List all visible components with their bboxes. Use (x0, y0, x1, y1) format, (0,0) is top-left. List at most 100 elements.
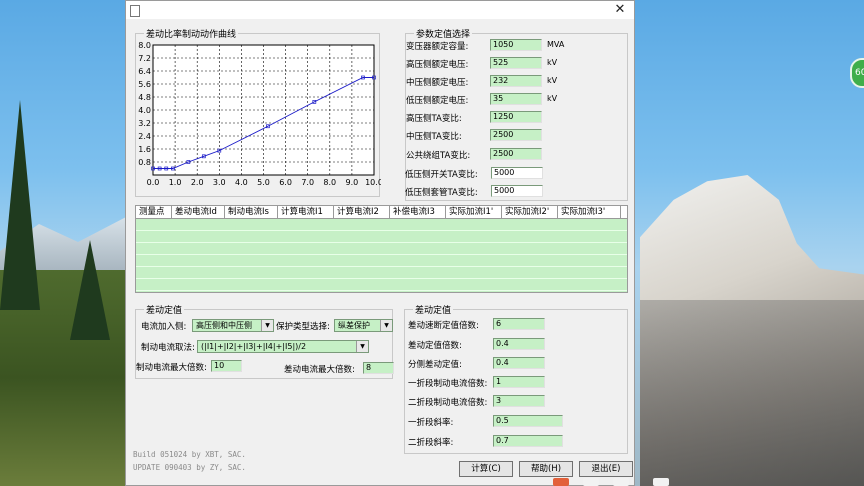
diff-config-group: 差动定值 电流加入侧: 高压侧和中压侧 ▼ 保护类型选择: 纵差保护 ▼ 制动电… (135, 303, 394, 379)
y-tick-label: 0.8 (138, 158, 151, 167)
param-field[interactable]: 1250 (490, 111, 542, 123)
param-field[interactable]: 35 (490, 93, 542, 105)
protection-type-value: 纵差保护 (338, 321, 370, 330)
brake-max-field[interactable]: 10 (211, 360, 242, 372)
table-column-header[interactable]: 计算电流I2 (334, 206, 390, 218)
help-button[interactable]: 帮助(H) (519, 461, 573, 477)
param-label: 中压侧额定电压: (406, 78, 469, 88)
taskbar-app-icon[interactable] (613, 478, 629, 486)
x-tick-label: 1.0 (169, 178, 182, 187)
exit-button[interactable]: 退出(E) (579, 461, 633, 477)
diff-settings-title: 差动定值 (413, 303, 454, 316)
table-column-header[interactable]: 实际加流I2' (502, 206, 558, 218)
setting-label: 一折段斜率: (408, 418, 454, 428)
param-label: 低压侧套管TA变比: (405, 188, 478, 198)
param-field[interactable]: 2500 (490, 148, 542, 160)
setting-label: 二折段制动电流倍数: (408, 398, 488, 408)
y-tick-label: 6.4 (138, 67, 151, 76)
table-body[interactable] (136, 219, 627, 292)
protection-type-label: 保护类型选择: (276, 322, 330, 332)
table-column-header[interactable]: 差动电流Id (172, 206, 225, 218)
param-field[interactable]: 525 (490, 57, 542, 69)
setting-field[interactable]: 3 (493, 395, 545, 407)
y-tick-label: 4.8 (138, 93, 151, 102)
calculate-button[interactable]: 计算(C) (459, 461, 513, 477)
param-label: 变压器额定容量: (406, 42, 469, 52)
param-field[interactable]: 232 (490, 75, 542, 87)
x-tick-label: 6.0 (279, 178, 292, 187)
wallpaper-shadow (640, 300, 864, 486)
title-bar[interactable]: ✕ (126, 1, 634, 19)
param-field[interactable]: 2500 (490, 129, 542, 141)
table-column-header[interactable]: 测量点 (136, 206, 172, 218)
x-tick-label: 10.0 (365, 178, 381, 187)
results-table[interactable]: 测量点 差动电流Id 制动电流Is 计算电流I1 计算电流I2 补偿电流I3 实际加流I1'… (135, 205, 628, 293)
param-field[interactable]: 5000 (491, 185, 543, 197)
close-button[interactable]: ✕ (612, 2, 628, 18)
x-tick-label: 2.0 (191, 178, 204, 187)
table-column-header[interactable]: 制动电流Is (225, 206, 278, 218)
table-column-header[interactable]: 计算电流I1 (278, 206, 334, 218)
param-label: 高压侧额定电压: (406, 60, 469, 70)
wallpaper-tree (0, 100, 40, 310)
table-column-header[interactable]: 实际加流I1' (446, 206, 502, 218)
setting-field[interactable]: 6 (493, 318, 545, 330)
setting-field[interactable]: 0.4 (493, 357, 545, 369)
protection-type-select[interactable]: 纵差保护 ▼ (334, 319, 393, 332)
taskbar-app-icon[interactable] (653, 478, 669, 486)
x-tick-label: 4.0 (235, 178, 248, 187)
brake-method-value: (|I1|+|I2|+|I3|+|I4|+|I5|)/2 (201, 342, 307, 351)
param-unit: kV (547, 94, 558, 103)
y-tick-label: 1.6 (138, 145, 151, 154)
setting-label: 二折段斜率: (408, 438, 454, 448)
param-label: 公共绕组TA变比: (406, 151, 471, 161)
chart-group: 差动比率制动动作曲线 0.0 1.0 2.0 3.0 4.0 5.0 6.0 7.0 8.0 9.… (135, 27, 381, 197)
chevron-down-icon[interactable]: ▼ (261, 320, 273, 331)
y-tick-label: 4.0 (138, 106, 151, 115)
x-tick-label: 3.0 (213, 178, 226, 187)
param-field[interactable]: 1050 (490, 39, 542, 51)
param-field[interactable]: 5000 (491, 167, 543, 179)
y-tick-label: 8.0 (138, 41, 151, 50)
app-icon (130, 5, 140, 17)
setting-label: 分侧差动定值: (408, 360, 462, 370)
taskbar-app-icon[interactable] (583, 478, 599, 486)
current-side-select[interactable]: 高压侧和中压侧 ▼ (192, 319, 274, 332)
y-tick-label: 5.6 (138, 80, 151, 89)
table-column-header[interactable]: 实际加流I3' (558, 206, 621, 218)
chevron-down-icon[interactable]: ▼ (356, 341, 368, 352)
param-label: 低压侧开关TA变比: (405, 170, 478, 180)
x-tick-label: 5.0 (257, 178, 270, 187)
x-tick-label: 7.0 (301, 178, 314, 187)
setting-field[interactable]: 0.4 (493, 338, 545, 350)
params-group: 参数定值选择 变压器额定容量: 1050 MVA 高压侧额定电压: 525 kV 中压侧额定… (405, 27, 628, 201)
param-unit: kV (547, 76, 558, 85)
setting-field[interactable]: 0.7 (493, 435, 563, 447)
x-tick-label: 0.0 (147, 178, 160, 187)
setting-label: 差动速断定值倍数: (408, 321, 479, 331)
y-tick-label: 7.2 (138, 54, 151, 63)
brake-method-select[interactable]: (|I1|+|I2|+|I3|+|I4|+|I5|)/2 ▼ (197, 340, 369, 353)
y-tick-label: 3.2 (138, 119, 151, 128)
diff-max-label: 差动电流最大倍数: (284, 365, 355, 375)
setting-field[interactable]: 0.5 (493, 415, 563, 427)
x-tick-label: 8.0 (323, 178, 336, 187)
chevron-down-icon[interactable]: ▼ (380, 320, 392, 331)
taskbar-peek (553, 478, 693, 486)
ratio-brake-chart: 0.0 1.0 2.0 3.0 4.0 5.0 6.0 7.0 8.0 9.0 10.0 0.8 1.6… (138, 41, 381, 187)
diff-settings-group: 差动定值 差动速断定值倍数: 6 差动定值倍数: 0.4 分侧差动定值: 0.4 一折段制动… (404, 303, 628, 454)
setting-field[interactable]: 1 (493, 376, 545, 388)
param-label: 中压侧TA变比: (406, 132, 462, 142)
param-label: 高压侧TA变比: (406, 114, 462, 124)
setting-label: 差动定值倍数: (408, 341, 462, 351)
param-unit: kV (547, 58, 558, 67)
desktop-badge[interactable]: 60 (850, 58, 864, 88)
param-unit: MVA (547, 40, 565, 49)
diff-max-field[interactable]: 8 (363, 362, 394, 374)
taskbar-app-icon[interactable] (553, 478, 569, 486)
app-window: ✕ 差动比率制动动作曲线 0.0 1.0 2.0 3.0 4.0 5.0 6.0 7.0 8.0… (125, 0, 635, 486)
table-column-header[interactable]: 补偿电流I3 (390, 206, 446, 218)
brake-max-label: 制动电流最大倍数: (136, 363, 207, 373)
param-label: 低压侧额定电压: (406, 96, 469, 106)
diff-config-title: 差动定值 (144, 303, 185, 316)
